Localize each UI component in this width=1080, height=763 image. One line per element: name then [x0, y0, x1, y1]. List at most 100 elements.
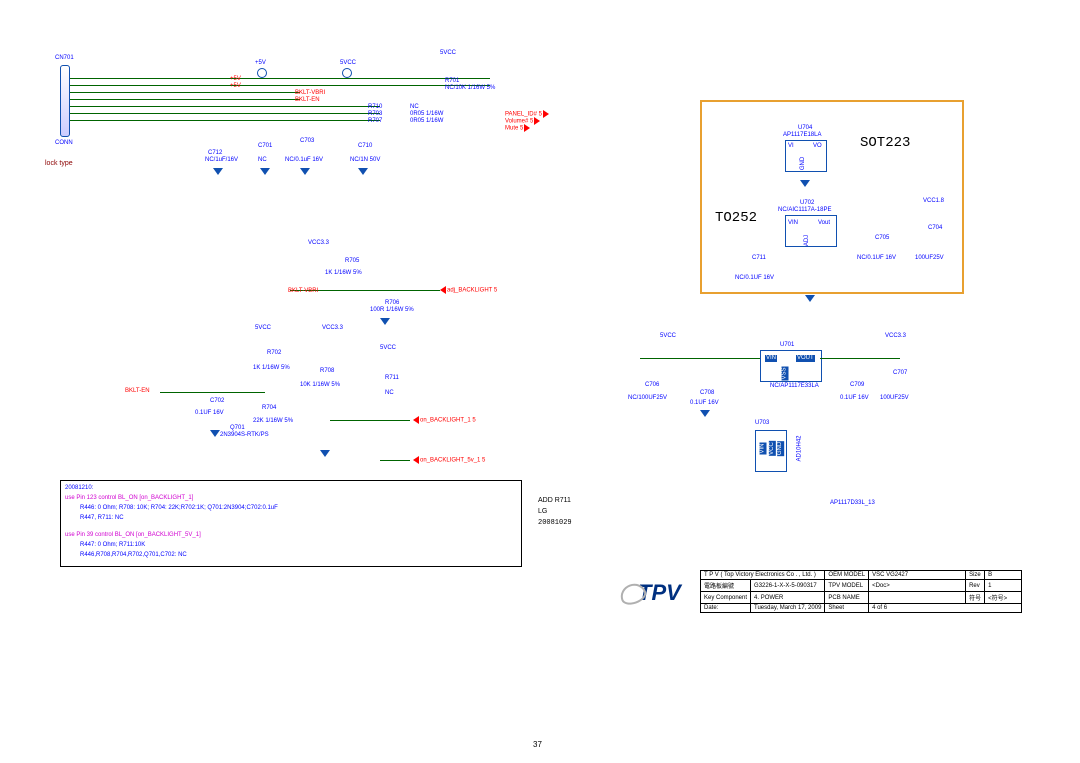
ref-r703: R703 [368, 111, 382, 118]
val-c712: NC/1uF/16V [205, 157, 238, 164]
net-on-bl5v1: on_BACKLIGHT_5v_1 5 [413, 456, 485, 464]
gnd-icon [358, 168, 368, 175]
ref-q701: Q701 [230, 425, 245, 432]
pin-vss: VSS [782, 366, 789, 380]
ref-c702: C702 [210, 398, 224, 405]
ref-c706: C706 [645, 382, 659, 389]
wire [70, 113, 380, 114]
tb-date-v: Tuesday, March 17, 2009 [751, 604, 825, 613]
wire [330, 420, 410, 421]
tb-sheet-v: 4 of 6 [869, 604, 1022, 613]
ref-r706: R706 [385, 300, 399, 307]
label-vcc33: VCC3.3 [885, 333, 906, 340]
tb-date-l: Date: [701, 604, 751, 613]
val-c702: 0.1UF 16V [195, 410, 224, 417]
notes-use1b: R447, R711: NC [80, 515, 124, 522]
pin-gnd: GND [777, 441, 784, 456]
ref-u703: U703 [755, 420, 769, 427]
net-5v: +5V [230, 83, 241, 90]
ref-r708: R708 [320, 368, 334, 375]
tb-sheet-l: Sheet [825, 604, 869, 613]
footnote: AP1117D33L_13 [830, 500, 875, 507]
orange-box [700, 100, 964, 294]
net-bklt-en: BKLT-EN [125, 388, 150, 395]
net-mute: Mute 5 [505, 124, 530, 132]
ref-c712: C712 [208, 150, 222, 157]
tb-tpv-model-l: TPV MODEL [825, 580, 869, 592]
tb-rev-l: Rev [966, 580, 985, 592]
pin-vout: VOUT [796, 355, 815, 362]
val-r711: NC [385, 390, 394, 397]
pin-vin: VIN [765, 355, 777, 362]
wire [160, 392, 265, 393]
ref-r710: R710 [368, 104, 382, 111]
gnd-icon [213, 168, 223, 175]
val-r704: 22K 1/16W 5% [253, 418, 293, 425]
val-c707: 100UF25V [880, 395, 909, 402]
label-5vcc: 5VCC [440, 50, 456, 57]
notes-use2a: R447: 0 Ohm; R711:10K [80, 542, 145, 549]
val-c701: NC [258, 157, 267, 164]
tb-size-l: Size [966, 571, 985, 580]
val-r702: 1K 1/16W 5% [253, 365, 290, 372]
pin-vi: VI [788, 143, 794, 150]
label-lg: LG [538, 508, 547, 516]
ref-r705: R705 [345, 258, 359, 265]
label-add-r711: ADD R711 [538, 497, 571, 505]
val-r707: 0R05 1/16W [410, 118, 443, 125]
val-c703: NC/0.1uF 16V [285, 157, 323, 164]
tb-pcb-v [869, 592, 966, 604]
wire [820, 358, 900, 359]
net-bklt-vbri: BKLT-VBRI [295, 90, 325, 97]
label-vcc33: VCC3.3 [322, 325, 343, 332]
pin-vin: VIN [788, 220, 798, 227]
wire [70, 106, 380, 107]
val-r705: 1K 1/16W 5% [325, 270, 362, 277]
wire [70, 85, 490, 86]
label-5vcc: 5VCC [255, 325, 271, 332]
val-q701: 2N3904S-RTK/PS [220, 432, 269, 439]
val-r701: NC/10K 1/16W 5% [445, 85, 495, 92]
wire [380, 460, 410, 461]
val-r708: 10K 1/16W 5% [300, 382, 340, 389]
net-bklt-vbri: BKLT-VBRI [288, 288, 318, 295]
wire [70, 78, 490, 79]
tb-pcb-l: PCB NAME [825, 592, 869, 604]
val-u704: AP1117E18LA [783, 132, 821, 139]
gnd-icon [320, 450, 330, 457]
wire [70, 92, 300, 93]
tb-company: T P V ( Top Victory Electronics Co . , L… [701, 571, 825, 580]
tpv-logo: TPV [638, 580, 681, 606]
label-conn: CONN [55, 140, 73, 147]
val-u702: NC/AIC1117A-18PE [778, 207, 831, 214]
ref-c703: C703 [300, 138, 314, 145]
val-r706: 100R 1/16W 5% [370, 307, 414, 314]
notes-use2: use Pin 39 control BL_ON [on_BACKLIGHT_5… [65, 532, 201, 539]
tb-key-l: Key Component [701, 592, 751, 604]
label-5v: +5V [255, 60, 266, 67]
tb-rev-v: 1 [985, 580, 1022, 592]
val-c705: NC/0.1UF 16V [857, 255, 896, 262]
power-icon [342, 68, 352, 78]
ref-c701: C701 [258, 143, 272, 150]
val-c704: 100UF25V [915, 255, 944, 262]
page-number: 37 [533, 740, 542, 749]
val-c706: NC/100UF25V [628, 395, 667, 402]
notes-use1: use Pin 123 control BL_ON [on_BACKLIGHT_… [65, 495, 193, 502]
val-r703: 0R05 1/16W [410, 111, 443, 118]
label-date: 20081029 [538, 519, 572, 527]
ref-r707: R707 [368, 118, 382, 125]
label-vcc18: VCC1.8 [923, 198, 944, 205]
label-5vcc: 5VCC [380, 345, 396, 352]
pin-gnd: GND [800, 157, 807, 170]
ref-u702: U702 [800, 200, 814, 207]
pin-vo: VO [813, 143, 822, 150]
tb-oem-model-l: OEM MODEL [825, 571, 869, 580]
title-block: T P V ( Top Victory Electronics Co . , L… [700, 570, 1022, 613]
ref-c711: C711 [752, 255, 766, 262]
val-r710: NC [410, 104, 419, 111]
val-c709: 0.1UF 16V [840, 395, 869, 402]
tb-sym-v: <符号> [985, 592, 1022, 604]
gnd-icon [700, 410, 710, 417]
label-5vcc: 5VCC [660, 333, 676, 340]
